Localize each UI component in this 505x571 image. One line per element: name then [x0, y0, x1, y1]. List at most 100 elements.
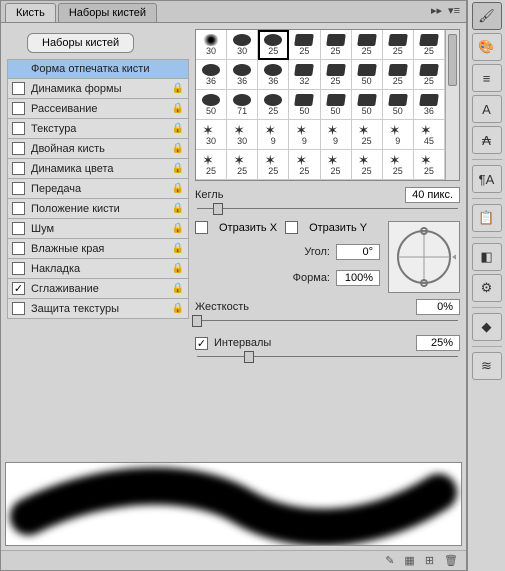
- tool-adjust[interactable]: ≡: [472, 64, 502, 92]
- flip-x-checkbox[interactable]: [195, 221, 208, 234]
- brush-cell[interactable]: ✶25: [227, 150, 258, 180]
- brush-cell[interactable]: 50: [289, 90, 320, 120]
- option-4[interactable]: Двойная кисть🔒: [7, 139, 189, 159]
- lock-icon[interactable]: 🔒: [172, 143, 184, 154]
- brush-cell[interactable]: ✶25: [414, 150, 445, 180]
- brush-cell[interactable]: 25: [321, 30, 352, 60]
- flip-y-checkbox[interactable]: [285, 221, 298, 234]
- brush-presets-button[interactable]: Наборы кистей: [27, 33, 134, 53]
- brush-cell[interactable]: 32: [289, 60, 320, 90]
- lock-icon[interactable]: 🔒: [172, 203, 184, 214]
- option-checkbox[interactable]: [12, 302, 25, 315]
- panel-collapse-icon[interactable]: ▾≡: [448, 4, 460, 17]
- brush-cell[interactable]: ✶45: [414, 120, 445, 150]
- brush-cell[interactable]: 36: [196, 60, 227, 90]
- lock-icon[interactable]: 🔒: [172, 163, 184, 174]
- option-5[interactable]: Динамика цвета🔒: [7, 159, 189, 179]
- lock-icon[interactable]: 🔒: [172, 283, 184, 294]
- option-checkbox[interactable]: [12, 262, 25, 275]
- brush-cell[interactable]: 36: [414, 90, 445, 120]
- tool-swatches[interactable]: 🎨: [472, 33, 502, 61]
- option-0[interactable]: Форма отпечатка кисти: [7, 59, 189, 79]
- footer-preset-icon[interactable]: ⊞: [425, 554, 434, 567]
- option-7[interactable]: Положение кисти🔒: [7, 199, 189, 219]
- brush-cell[interactable]: ✶25: [352, 120, 383, 150]
- option-checkbox[interactable]: [12, 202, 25, 215]
- brush-cell[interactable]: ✶25: [196, 150, 227, 180]
- tool-text-a[interactable]: A: [472, 95, 502, 123]
- option-6[interactable]: Передача🔒: [7, 179, 189, 199]
- tool-cube[interactable]: ◧: [472, 243, 502, 271]
- lock-icon[interactable]: 🔒: [172, 243, 184, 254]
- brush-cell[interactable]: ✶9: [383, 120, 414, 150]
- option-11[interactable]: ✓Сглаживание🔒: [7, 279, 189, 299]
- brush-cell[interactable]: 25: [258, 90, 289, 120]
- brush-cell[interactable]: 25: [383, 60, 414, 90]
- brush-cell[interactable]: ✶25: [352, 150, 383, 180]
- option-checkbox[interactable]: [12, 162, 25, 175]
- lock-icon[interactable]: 🔒: [172, 183, 184, 194]
- brush-cell[interactable]: ✶25: [289, 150, 320, 180]
- brush-cell[interactable]: 25: [352, 30, 383, 60]
- tool-diamond[interactable]: ◆: [472, 313, 502, 341]
- tool-stack[interactable]: ≋: [472, 352, 502, 380]
- angle-value[interactable]: 0°: [336, 244, 380, 260]
- brush-cell[interactable]: 25: [258, 30, 289, 60]
- brush-cell[interactable]: 25: [289, 30, 320, 60]
- option-3[interactable]: Текстура🔒: [7, 119, 189, 139]
- option-12[interactable]: Защита текстуры🔒: [7, 299, 189, 319]
- tab-brush[interactable]: Кисть: [5, 3, 56, 22]
- tool-text-a2[interactable]: ₳: [472, 126, 502, 154]
- footer-trash-icon[interactable]: 🗑: [444, 554, 458, 567]
- brush-cell[interactable]: ✶25: [258, 150, 289, 180]
- brush-cell[interactable]: 50: [352, 90, 383, 120]
- brush-cell[interactable]: 36: [258, 60, 289, 90]
- panel-menu-icon[interactable]: ▸▸: [431, 4, 442, 17]
- brush-cell[interactable]: ✶30: [196, 120, 227, 150]
- brush-cell[interactable]: ✶9: [289, 120, 320, 150]
- option-checkbox[interactable]: [12, 242, 25, 255]
- option-checkbox[interactable]: [12, 182, 25, 195]
- option-checkbox[interactable]: [12, 142, 25, 155]
- lock-icon[interactable]: 🔒: [172, 263, 184, 274]
- brush-cell[interactable]: ✶25: [321, 150, 352, 180]
- brush-cell[interactable]: ✶30: [227, 120, 258, 150]
- size-value[interactable]: 40 пикс.: [405, 187, 460, 203]
- option-9[interactable]: Влажные края🔒: [7, 239, 189, 259]
- brush-cell[interactable]: 25: [414, 30, 445, 60]
- brush-cell[interactable]: 30: [227, 30, 258, 60]
- spacing-value[interactable]: 25%: [416, 335, 460, 351]
- footer-toggle-icon[interactable]: ✎: [385, 554, 394, 567]
- brush-cell[interactable]: 25: [321, 60, 352, 90]
- spacing-checkbox[interactable]: ✓: [195, 337, 208, 350]
- brush-cell[interactable]: 50: [383, 90, 414, 120]
- brush-cell[interactable]: 25: [383, 30, 414, 60]
- option-8[interactable]: Шум🔒: [7, 219, 189, 239]
- tool-clipboard[interactable]: 📋: [472, 204, 502, 232]
- lock-icon[interactable]: 🔒: [172, 223, 184, 234]
- option-10[interactable]: Накладка🔒: [7, 259, 189, 279]
- brush-cell[interactable]: 50: [196, 90, 227, 120]
- brush-cell[interactable]: ✶25: [383, 150, 414, 180]
- option-checkbox[interactable]: [12, 122, 25, 135]
- option-checkbox[interactable]: [12, 102, 25, 115]
- tab-presets[interactable]: Наборы кистей: [58, 3, 157, 22]
- brush-cell[interactable]: 36: [227, 60, 258, 90]
- hardness-value[interactable]: 0%: [416, 299, 460, 315]
- option-checkbox[interactable]: [12, 222, 25, 235]
- footer-new-icon[interactable]: ▦: [404, 554, 414, 567]
- tool-brushes[interactable]: 🖌: [472, 2, 502, 30]
- angle-control[interactable]: [388, 221, 460, 293]
- brush-cell[interactable]: 25: [414, 60, 445, 90]
- lock-icon[interactable]: 🔒: [172, 103, 184, 114]
- lock-icon[interactable]: 🔒: [172, 123, 184, 134]
- lock-icon[interactable]: 🔒: [172, 303, 184, 314]
- brush-grid-scrollbar[interactable]: [445, 30, 459, 180]
- hardness-slider[interactable]: [197, 315, 458, 327]
- size-slider[interactable]: [197, 203, 458, 215]
- lock-icon[interactable]: 🔒: [172, 83, 184, 94]
- brush-cell[interactable]: ✶9: [258, 120, 289, 150]
- shape-value[interactable]: 100%: [336, 270, 380, 286]
- brush-cell[interactable]: 71: [227, 90, 258, 120]
- brush-cell[interactable]: 50: [352, 60, 383, 90]
